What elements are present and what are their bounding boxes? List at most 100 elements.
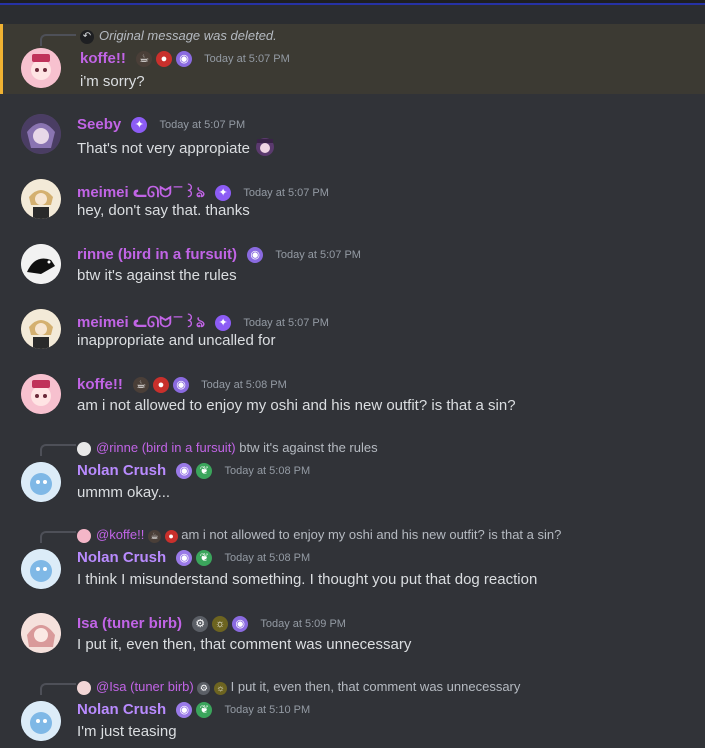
author-name[interactable]: Nolan Crush ◉ ❦ Today at 5:08 PM <box>77 549 311 567</box>
reply-username[interactable]: @rinne (bird in a fursuit) <box>96 440 236 455</box>
message-text: ummm okay... <box>77 484 171 501</box>
message-item[interactable]: rinne (bird in a fursuit) ◉ Today at 5:0… <box>0 238 705 294</box>
egg-icon: ◉ <box>176 51 192 68</box>
strawberry-icon: ● <box>156 51 172 68</box>
avatar[interactable] <box>21 48 61 88</box>
reply-text: I put it, even then, that comment was un… <box>230 679 521 694</box>
egg-icon: ◉ <box>176 550 193 567</box>
coffee-icon: ☕ <box>133 377 149 394</box>
avatar-image <box>21 244 61 284</box>
channel-top-bar <box>0 0 705 24</box>
reply-text: btw it's against the rules <box>239 440 378 455</box>
author-name[interactable]: rinne (bird in a fursuit) ◉ Today at 5:0… <box>77 246 361 264</box>
sun-icon: ☼ <box>212 616 229 633</box>
avatar[interactable] <box>21 179 61 219</box>
message-text: I put it, even then, that comment was un… <box>77 636 412 653</box>
avatar-image <box>21 309 61 349</box>
reply-spine <box>40 34 76 46</box>
avatar[interactable] <box>21 244 61 284</box>
avatar-image <box>21 114 61 154</box>
reply-username[interactable]: @koffe!! <box>96 527 144 542</box>
message-text: inappropriate and uncalled for <box>77 332 276 349</box>
reply-text: Original message was deleted. <box>99 28 277 43</box>
timestamp[interactable]: Today at 5:07 PM <box>275 249 361 261</box>
egg-icon: ◉ <box>173 377 189 394</box>
sprout-icon: ❦ <box>196 463 213 480</box>
message-text: btw it's against the rules <box>77 267 237 284</box>
reply-avatar <box>77 528 91 543</box>
avatar[interactable] <box>21 549 61 589</box>
reply-avatar <box>77 680 91 695</box>
message-text: I'm just teasing <box>77 723 177 740</box>
gear-icon: ⚙ <box>192 616 209 633</box>
message-item[interactable]: @rinne (bird in a fursuit) btw it's agai… <box>0 434 705 510</box>
avatar-image <box>21 179 61 219</box>
avatar[interactable] <box>21 462 61 502</box>
wing-icon: ✦ <box>215 315 232 332</box>
avatar[interactable] <box>21 613 61 653</box>
avatar[interactable] <box>21 114 61 154</box>
timestamp[interactable]: Today at 5:07 PM <box>243 317 329 329</box>
sprout-icon: ❦ <box>196 550 213 567</box>
sprout-icon: ❦ <box>196 702 213 719</box>
egg-icon: ◉ <box>232 616 249 633</box>
timestamp[interactable]: Today at 5:08 PM <box>201 379 287 391</box>
message-text: hey, don't say that. thanks <box>77 202 250 219</box>
strawberry-icon: ● <box>153 377 169 394</box>
author-name[interactable]: Nolan Crush ◉ ❦ Today at 5:10 PM <box>77 701 311 719</box>
gear-icon: ⚙ <box>197 682 211 695</box>
timestamp[interactable]: Today at 5:07 PM <box>204 53 290 65</box>
reply-arrow-icon: ↶ <box>80 29 94 44</box>
message-item[interactable]: Seeby ✦ Today at 5:07 PM That's not very… <box>0 108 705 164</box>
avatar[interactable] <box>21 309 61 349</box>
reply-text: am i not allowed to enjoy my oshi and hi… <box>181 527 562 542</box>
message-item[interactable]: meimei ᓚᘏᗢ ̄ ̄ ꒱ঌ ✦ Today at 5:07 PM hey… <box>0 173 705 229</box>
timestamp[interactable]: Today at 5:07 PM <box>243 187 329 199</box>
message-item[interactable]: @koffe!! ☕ ● am i not allowed to enjoy m… <box>0 521 705 597</box>
custom-emoji-icon[interactable] <box>254 137 276 161</box>
message-text: i'm sorry? <box>80 73 145 90</box>
author-name[interactable]: Nolan Crush ◉ ❦ Today at 5:08 PM <box>77 462 311 480</box>
sun-icon: ☼ <box>213 682 227 695</box>
egg-icon: ◉ <box>247 247 264 264</box>
author-name[interactable]: Isa (tuner birb) ⚙ ☼ ◉ Today at 5:09 PM <box>77 615 346 633</box>
reply-spine <box>40 531 76 543</box>
message-item[interactable]: Isa (tuner birb) ⚙ ☼ ◉ Today at 5:09 PM … <box>0 607 705 667</box>
avatar[interactable] <box>21 701 61 741</box>
message-item[interactable]: meimei ᓚᘏᗢ ̄ ̄ ꒱ঌ ✦ Today at 5:07 PM ina… <box>0 303 705 359</box>
reply-preview[interactable]: @koffe!! ☕ ● am i not allowed to enjoy m… <box>77 527 561 543</box>
strawberry-icon: ● <box>164 530 178 543</box>
avatar-image <box>21 48 61 88</box>
coffee-icon: ☕ <box>148 530 161 543</box>
reply-username[interactable]: @Isa (tuner birb) <box>96 679 194 694</box>
reply-preview[interactable]: @Isa (tuner birb) ⚙ ☼ I put it, even the… <box>77 679 520 695</box>
message-item[interactable]: ↶ Original message was deleted. koffe!! ☕… <box>0 24 705 94</box>
message-text: That's not very appropiate <box>77 137 276 161</box>
avatar-image <box>21 549 61 589</box>
avatar[interactable] <box>21 374 61 414</box>
message-text: I think I misunderstand something. I tho… <box>77 571 538 588</box>
coffee-icon: ☕ <box>136 51 152 68</box>
reply-preview[interactable]: @rinne (bird in a fursuit) btw it's agai… <box>77 440 378 456</box>
message-item[interactable]: @Isa (tuner birb) ⚙ ☼ I put it, even the… <box>0 673 705 748</box>
timestamp[interactable]: Today at 5:09 PM <box>260 618 346 630</box>
avatar-image <box>21 613 61 653</box>
avatar-image <box>21 374 61 414</box>
timestamp[interactable]: Today at 5:08 PM <box>225 552 311 564</box>
timestamp[interactable]: Today at 5:08 PM <box>225 465 311 477</box>
timestamp[interactable]: Today at 5:07 PM <box>160 119 246 131</box>
reply-preview[interactable]: ↶ Original message was deleted. <box>80 28 277 44</box>
timestamp[interactable]: Today at 5:10 PM <box>225 704 311 716</box>
author-name[interactable]: Seeby ✦ Today at 5:07 PM <box>77 116 246 134</box>
avatar-image <box>21 462 61 502</box>
egg-icon: ◉ <box>176 463 193 480</box>
reply-spine <box>40 683 76 695</box>
author-name[interactable]: koffe!! ☕ ● ◉ Today at 5:07 PM <box>80 50 290 68</box>
reply-avatar <box>77 441 91 456</box>
message-item[interactable]: koffe!! ☕ ● ◉ Today at 5:08 PM am i not … <box>0 368 705 424</box>
author-name[interactable]: koffe!! ☕ ● ◉ Today at 5:08 PM <box>77 376 287 394</box>
message-text: am i not allowed to enjoy my oshi and hi… <box>77 397 516 414</box>
egg-icon: ◉ <box>176 702 193 719</box>
wing-icon: ✦ <box>215 185 232 202</box>
wing-icon: ✦ <box>131 117 148 134</box>
